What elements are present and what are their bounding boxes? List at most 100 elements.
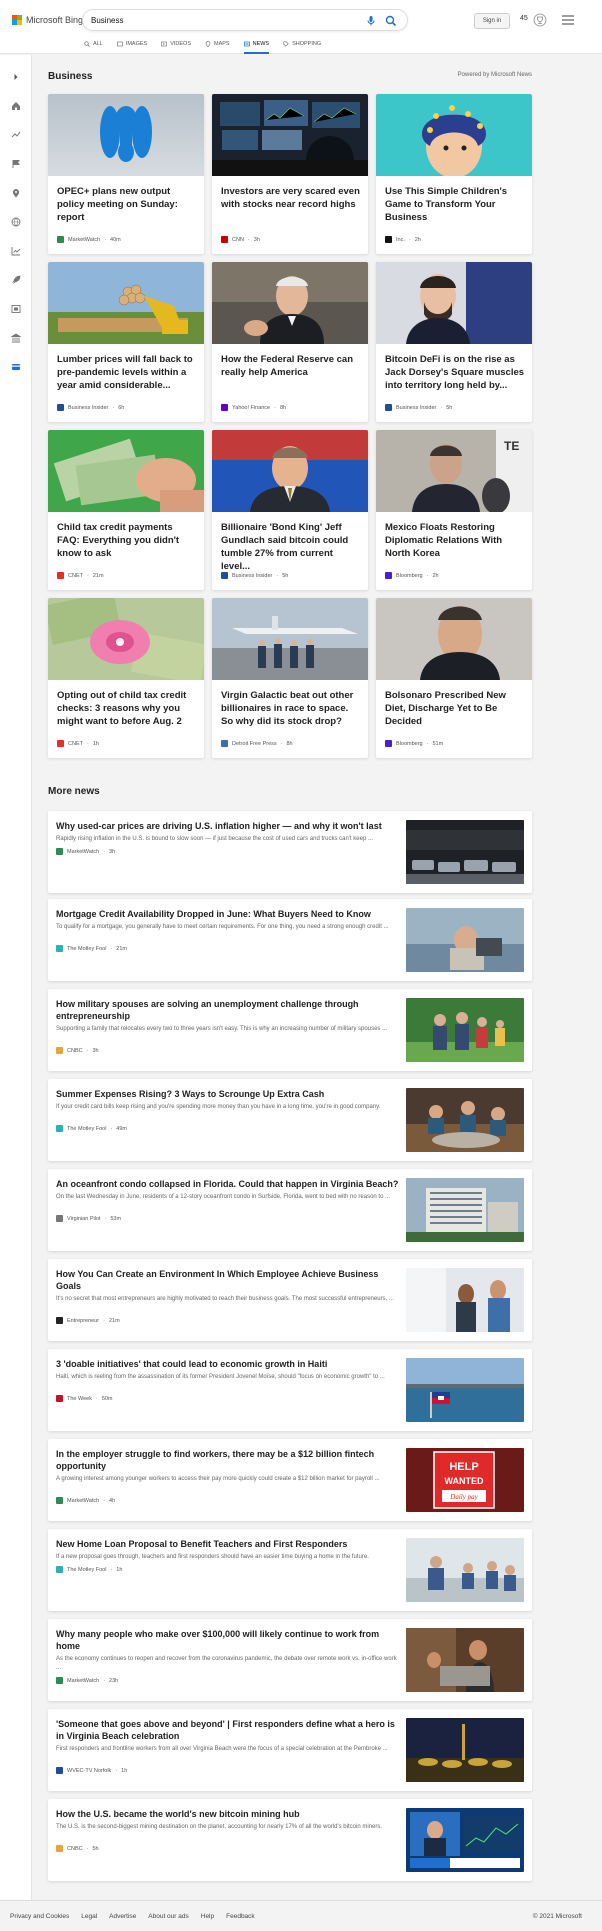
separator: · [426,572,429,579]
news-list-item[interactable]: In the employer struggle to find workers… [48,1439,532,1521]
bing-logo[interactable]: Microsoft Bing [12,15,83,25]
svg-text:TE: TE [504,439,519,453]
separator: · [440,404,443,411]
rewards-trophy-icon[interactable] [533,13,547,27]
news-list-item[interactable]: An oceanfront condo collapsed in Florida… [48,1169,532,1251]
news-list-item[interactable]: New Home Loan Proposal to Benefit Teache… [48,1529,532,1611]
source-favicon-icon [221,572,228,579]
sign-in-button[interactable]: Sign in [474,13,510,29]
time-ago: 21m [92,572,104,579]
search-input[interactable] [91,13,361,28]
sidebar-item-local[interactable] [9,186,23,200]
news-title: Why many people who make over $100,000 w… [56,1629,380,1651]
news-card[interactable]: Lumber prices will fall back to pre-pand… [48,262,204,422]
tab-all[interactable]: ALL [84,38,103,50]
news-card[interactable]: Use This Simple Children's Game to Trans… [376,94,532,254]
news-source: Entrepreneur · 21m [56,1317,120,1324]
news-list-item[interactable]: How You Can Create an Environment In Whi… [48,1259,532,1341]
news-card[interactable]: TE Mexico Floats Restoring Diplomatic Re… [376,430,532,590]
news-title: New Home Loan Proposal to Benefit Teache… [56,1539,348,1549]
sidebar-item-money[interactable] [9,360,23,374]
news-list-item[interactable]: Summer Expenses Rising? 3 Ways to Scroun… [48,1079,532,1161]
tab-images[interactable]: IMAGES [116,38,147,50]
search-box[interactable] [82,9,408,31]
card-title: Lumber prices will fall back to pre-pand… [57,354,193,391]
sidebar-item-world[interactable] [9,215,23,229]
news-title: Summer Expenses Rising? 3 Ways to Scroun… [56,1089,325,1099]
news-description: A growing interest among younger workers… [56,1476,380,1482]
news-list-item[interactable]: 'Someone that goes above and beyond' | F… [48,1709,532,1791]
news-card[interactable]: Virgin Galactic beat out other billionai… [212,598,368,758]
news-card[interactable]: Opting out of child tax credit checks: 3… [48,598,204,758]
news-card[interactable]: Billionaire 'Bond King' Jeff Gundlach sa… [212,430,368,590]
separator: · [115,1767,118,1774]
news-source: MarketWatch · 3h [56,848,115,855]
tab-maps[interactable]: MAPS [205,38,230,50]
news-list-item[interactable]: 3 'doable initiatives' that could lead t… [48,1349,532,1431]
sidebar-item-scitech[interactable] [9,273,23,287]
source-favicon-icon [56,1767,63,1774]
svg-text:HELP: HELP [449,1461,478,1473]
time-ago: 5h [92,1845,99,1852]
footer-link-feedback[interactable]: Feedback [226,1913,255,1920]
sidebar-item-us[interactable] [9,157,23,171]
card-title: Virgin Galactic beat out other billionai… [221,690,354,727]
sidebar-item-home[interactable] [9,99,23,113]
tab-label: MAPS [214,41,230,47]
time-ago: 40m [110,236,121,243]
news-list-item[interactable]: How the U.S. became the world's new bitc… [48,1799,532,1881]
card-image [212,598,368,680]
separator: · [426,740,429,747]
hamburger-menu-icon[interactable] [562,15,574,25]
sidebar-item-trending[interactable] [9,128,23,142]
footer-link-help[interactable]: Help [201,1913,214,1920]
sidebar-item-business[interactable] [9,244,23,258]
news-card[interactable]: How the Federal Reserve can really help … [212,262,368,422]
time-ago: 50m [101,1395,113,1402]
separator: · [86,572,89,579]
microphone-icon[interactable] [365,15,377,27]
footer-link-privacy[interactable]: Privacy and Cookies [10,1913,69,1920]
sidebar-item-politics[interactable] [9,331,23,345]
news-card[interactable]: Investors are very scared even with stoc… [212,94,368,254]
card-image [212,94,368,176]
news-list-item[interactable]: Why many people who make over $100,000 w… [48,1619,532,1701]
rewards-points[interactable]: 45 [520,15,528,22]
source-favicon-icon [385,404,392,411]
news-description: On the last Wednesday in June, residents… [56,1194,391,1200]
time-ago: 49m [116,1125,127,1132]
source-name: Business Insider [232,572,273,579]
source-name: CNET [68,740,83,747]
tab-news[interactable]: NEWS [243,38,269,54]
time-ago: 1h [116,1566,123,1573]
news-list-item[interactable]: Mortgage Credit Availability Dropped in … [48,899,532,981]
source-name: Entrepreneur [67,1317,100,1324]
news-list-item[interactable]: How military spouses are solving an unem… [48,989,532,1071]
tab-shopping[interactable]: SHOPPING [283,38,321,50]
news-description: To qualify for a mortgage, you generally… [56,924,389,930]
news-thumbnail [406,1718,524,1782]
news-card[interactable]: OPEC+ plans new output policy meeting on… [48,94,204,254]
news-list-item[interactable]: Why used-car prices are driving U.S. inf… [48,811,532,893]
source-name: The Motley Fool [67,945,107,952]
news-thumbnail [406,1808,524,1872]
source-favicon-icon [221,740,228,747]
news-thumbnail [406,998,524,1062]
tab-videos[interactable]: VIDEOS [161,38,191,50]
footer-link-about-ads[interactable]: About our ads [148,1913,188,1920]
source-favicon-icon [221,236,228,243]
sidebar-item-entertainment[interactable] [9,302,23,316]
source-name: CNBC [67,1047,83,1054]
time-ago: 21m [108,1317,120,1324]
news-card[interactable]: Bitcoin DeFi is on the rise as Jack Dors… [376,262,532,422]
source-name: Virginian Pilot [67,1215,101,1222]
news-card[interactable]: Bolsonaro Prescribed New Diet, Discharge… [376,598,532,758]
powered-by[interactable]: Powered by Microsoft News [458,72,532,78]
footer-link-legal[interactable]: Legal [81,1913,97,1920]
search-icon[interactable] [385,15,397,27]
footer-link-advertise[interactable]: Advertise [109,1913,136,1920]
home-icon [12,102,20,110]
sidebar-expand-icon[interactable] [9,70,23,84]
news-card[interactable]: Child tax credit payments FAQ: Everythin… [48,430,204,590]
separator: · [103,848,106,855]
